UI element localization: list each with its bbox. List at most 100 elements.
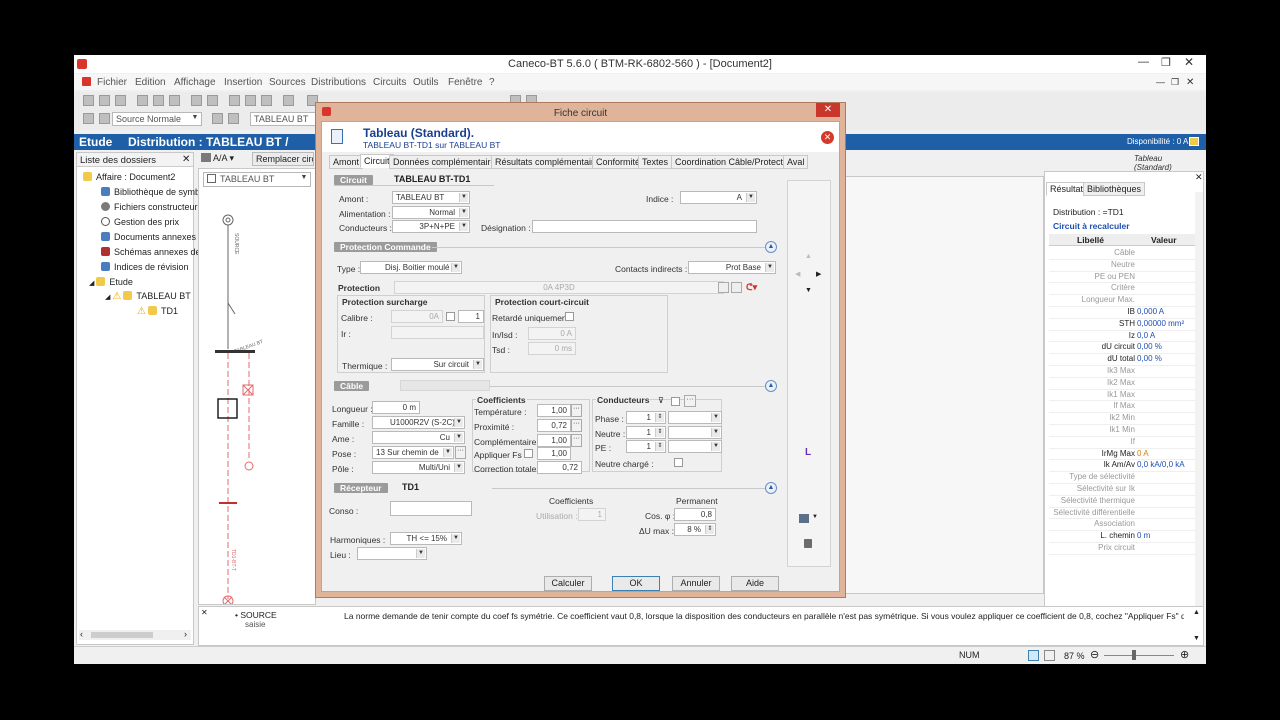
open-icon[interactable]: [99, 95, 110, 106]
cond-more-button[interactable]: ···: [684, 395, 696, 407]
arrow-right-icon[interactable]: ▶: [816, 270, 821, 278]
arrow-down-icon[interactable]: ▼: [805, 287, 812, 294]
lock-icon[interactable]: [804, 539, 812, 548]
child-minimize-icon[interactable]: —: [1156, 77, 1165, 87]
pole-select[interactable]: Multi/Uni ▼: [372, 461, 465, 474]
pe-spinner[interactable]: 1 ⇕: [626, 440, 666, 453]
close-panel-icon[interactable]: ✕: [182, 154, 190, 165]
corr-input[interactable]: 0,72: [537, 461, 582, 474]
tool-icon-4[interactable]: [245, 95, 256, 106]
menu-sources[interactable]: Sources: [269, 77, 306, 88]
cond-checkbox[interactable]: [671, 397, 680, 406]
single-line-diagram[interactable]: SOURCE TABLEAU BT TD1-BT-T: [199, 189, 315, 604]
tool-icon-11[interactable]: [212, 113, 223, 124]
phase-spinner[interactable]: 1 ⇕: [626, 411, 666, 424]
chevron-right-icon[interactable]: ›: [184, 629, 187, 639]
menu-edition[interactable]: Edition: [135, 77, 166, 88]
tab-textes[interactable]: Textes: [638, 155, 673, 169]
spinner-icon[interactable]: ⇕: [655, 442, 664, 451]
du-spinner[interactable]: 8 % ⇕: [674, 523, 716, 536]
arrow-left-icon[interactable]: ◀: [795, 270, 800, 278]
cosphi-input[interactable]: 0,8: [674, 508, 716, 521]
menu-affichage[interactable]: Affichage: [174, 77, 216, 88]
tool-icon-3[interactable]: [229, 95, 240, 106]
protection-lookup-icon[interactable]: [718, 282, 729, 293]
tree-tableau-bt[interactable]: ◢ ⚠ TABLEAU BT: [105, 291, 191, 302]
close-results-icon[interactable]: ✕: [1195, 172, 1203, 183]
arrow-up-icon[interactable]: ▲: [805, 253, 812, 260]
protection-tool-icon[interactable]: [731, 282, 742, 293]
breaker-config-icon[interactable]: ᕦ▾: [746, 282, 757, 293]
tree-hscrollbar[interactable]: ‹ ›: [79, 629, 191, 640]
pose-select[interactable]: 13 Sur chemin de ▼: [372, 446, 454, 459]
neutre-charge-checkbox[interactable]: [674, 458, 683, 467]
menu-circuits[interactable]: Circuits: [373, 77, 406, 88]
temp-more-button[interactable]: ···: [571, 404, 582, 417]
prox-input[interactable]: 0,72: [537, 419, 571, 432]
calibre-field[interactable]: 0A: [391, 310, 443, 323]
alimentation-select[interactable]: Normal ▼: [392, 206, 470, 219]
compl-more-button[interactable]: ···: [571, 434, 582, 447]
tab-conformite[interactable]: Conformité: [592, 155, 645, 169]
close-icon[interactable]: ✕: [1184, 55, 1194, 69]
longueur-input[interactable]: 0 m: [372, 401, 420, 414]
utilisation-input[interactable]: 1: [578, 508, 606, 521]
print-icon[interactable]: [799, 514, 809, 523]
pe-section-select[interactable]: ▼: [668, 440, 722, 453]
scroll-thumb[interactable]: [91, 632, 153, 638]
prox-more-button[interactable]: ···: [571, 419, 582, 432]
schema-combo[interactable]: TABLEAU BT ▼: [203, 172, 311, 187]
collapse-protection-icon[interactable]: ▲: [765, 241, 777, 253]
menu-distributions[interactable]: Distributions: [311, 77, 366, 88]
amont-select[interactable]: TABLEAU BT ▼: [392, 191, 470, 204]
minimize-icon[interactable]: —: [1138, 56, 1149, 68]
collapse-cable-icon[interactable]: ▲: [765, 380, 777, 392]
ok-button[interactable]: OK: [612, 576, 660, 591]
maximize-icon[interactable]: ❐: [1161, 56, 1171, 69]
tab-aval[interactable]: Aval: [783, 155, 809, 169]
print-menu-icon[interactable]: ▼: [812, 514, 818, 520]
phase-section-select[interactable]: ▼: [668, 411, 722, 424]
child-close-icon[interactable]: ✕: [1186, 77, 1194, 88]
retarde-checkbox[interactable]: [565, 312, 574, 321]
new-icon[interactable]: [83, 95, 94, 106]
tree-indices[interactable]: Indices de révision: [101, 262, 189, 272]
tool-icon-9[interactable]: [83, 113, 94, 124]
tool-icon-2[interactable]: [207, 95, 218, 106]
save-icon[interactable]: [115, 95, 126, 106]
undo-icon[interactable]: [283, 95, 294, 106]
message-item[interactable]: • SOURCE: [235, 610, 277, 620]
close-messages-icon[interactable]: ✕: [201, 608, 208, 617]
indice-select[interactable]: A ▼: [680, 191, 757, 204]
view-icon-2[interactable]: [1044, 650, 1055, 661]
chevron-left-icon[interactable]: ‹: [80, 629, 83, 639]
ame-select[interactable]: Cu ▼: [372, 431, 465, 444]
menu-insertion[interactable]: Insertion: [224, 77, 262, 88]
harmoniques-select[interactable]: TH <= 15% ▼: [390, 532, 462, 545]
child-restore-icon[interactable]: ❐: [1171, 77, 1179, 88]
inisd-field[interactable]: 0 A: [528, 327, 576, 340]
tool-icon-12[interactable]: [228, 113, 239, 124]
zoom-in-icon[interactable]: ⊕: [1180, 648, 1189, 661]
tree-prix[interactable]: Gestion des prix: [101, 217, 179, 227]
copy-icon[interactable]: [153, 95, 164, 106]
pose-more-button[interactable]: ···: [455, 446, 466, 459]
spinner-icon[interactable]: ⇕: [655, 413, 664, 422]
expand-icon[interactable]: ◢: [89, 280, 94, 287]
tree-fichiers[interactable]: Fichiers constructeur: [101, 202, 198, 212]
dialog-close-button[interactable]: ✕: [816, 103, 840, 117]
spinner-icon[interactable]: ⇕: [705, 525, 714, 534]
tab-amont[interactable]: Amont: [329, 155, 364, 169]
neutre-spinner[interactable]: 1 ⇕: [626, 426, 666, 439]
protection-field[interactable]: 0A 4P3D: [394, 281, 724, 294]
spinner-icon[interactable]: ⇕: [655, 428, 664, 437]
tab-bibliotheques[interactable]: Bibliothèques: [1083, 182, 1146, 196]
source-combo[interactable]: Source Normale ▼: [112, 112, 202, 126]
tree-etude[interactable]: ◢ Etude: [89, 277, 133, 287]
view-icon-1[interactable]: [1028, 650, 1039, 661]
zoom-out-icon[interactable]: ⊖: [1090, 648, 1099, 661]
zoom-button[interactable]: A/A ▾: [201, 153, 234, 164]
temp-input[interactable]: 1,00: [537, 404, 571, 417]
conso-input[interactable]: [390, 501, 472, 516]
annuler-button[interactable]: Annuler: [672, 576, 720, 591]
